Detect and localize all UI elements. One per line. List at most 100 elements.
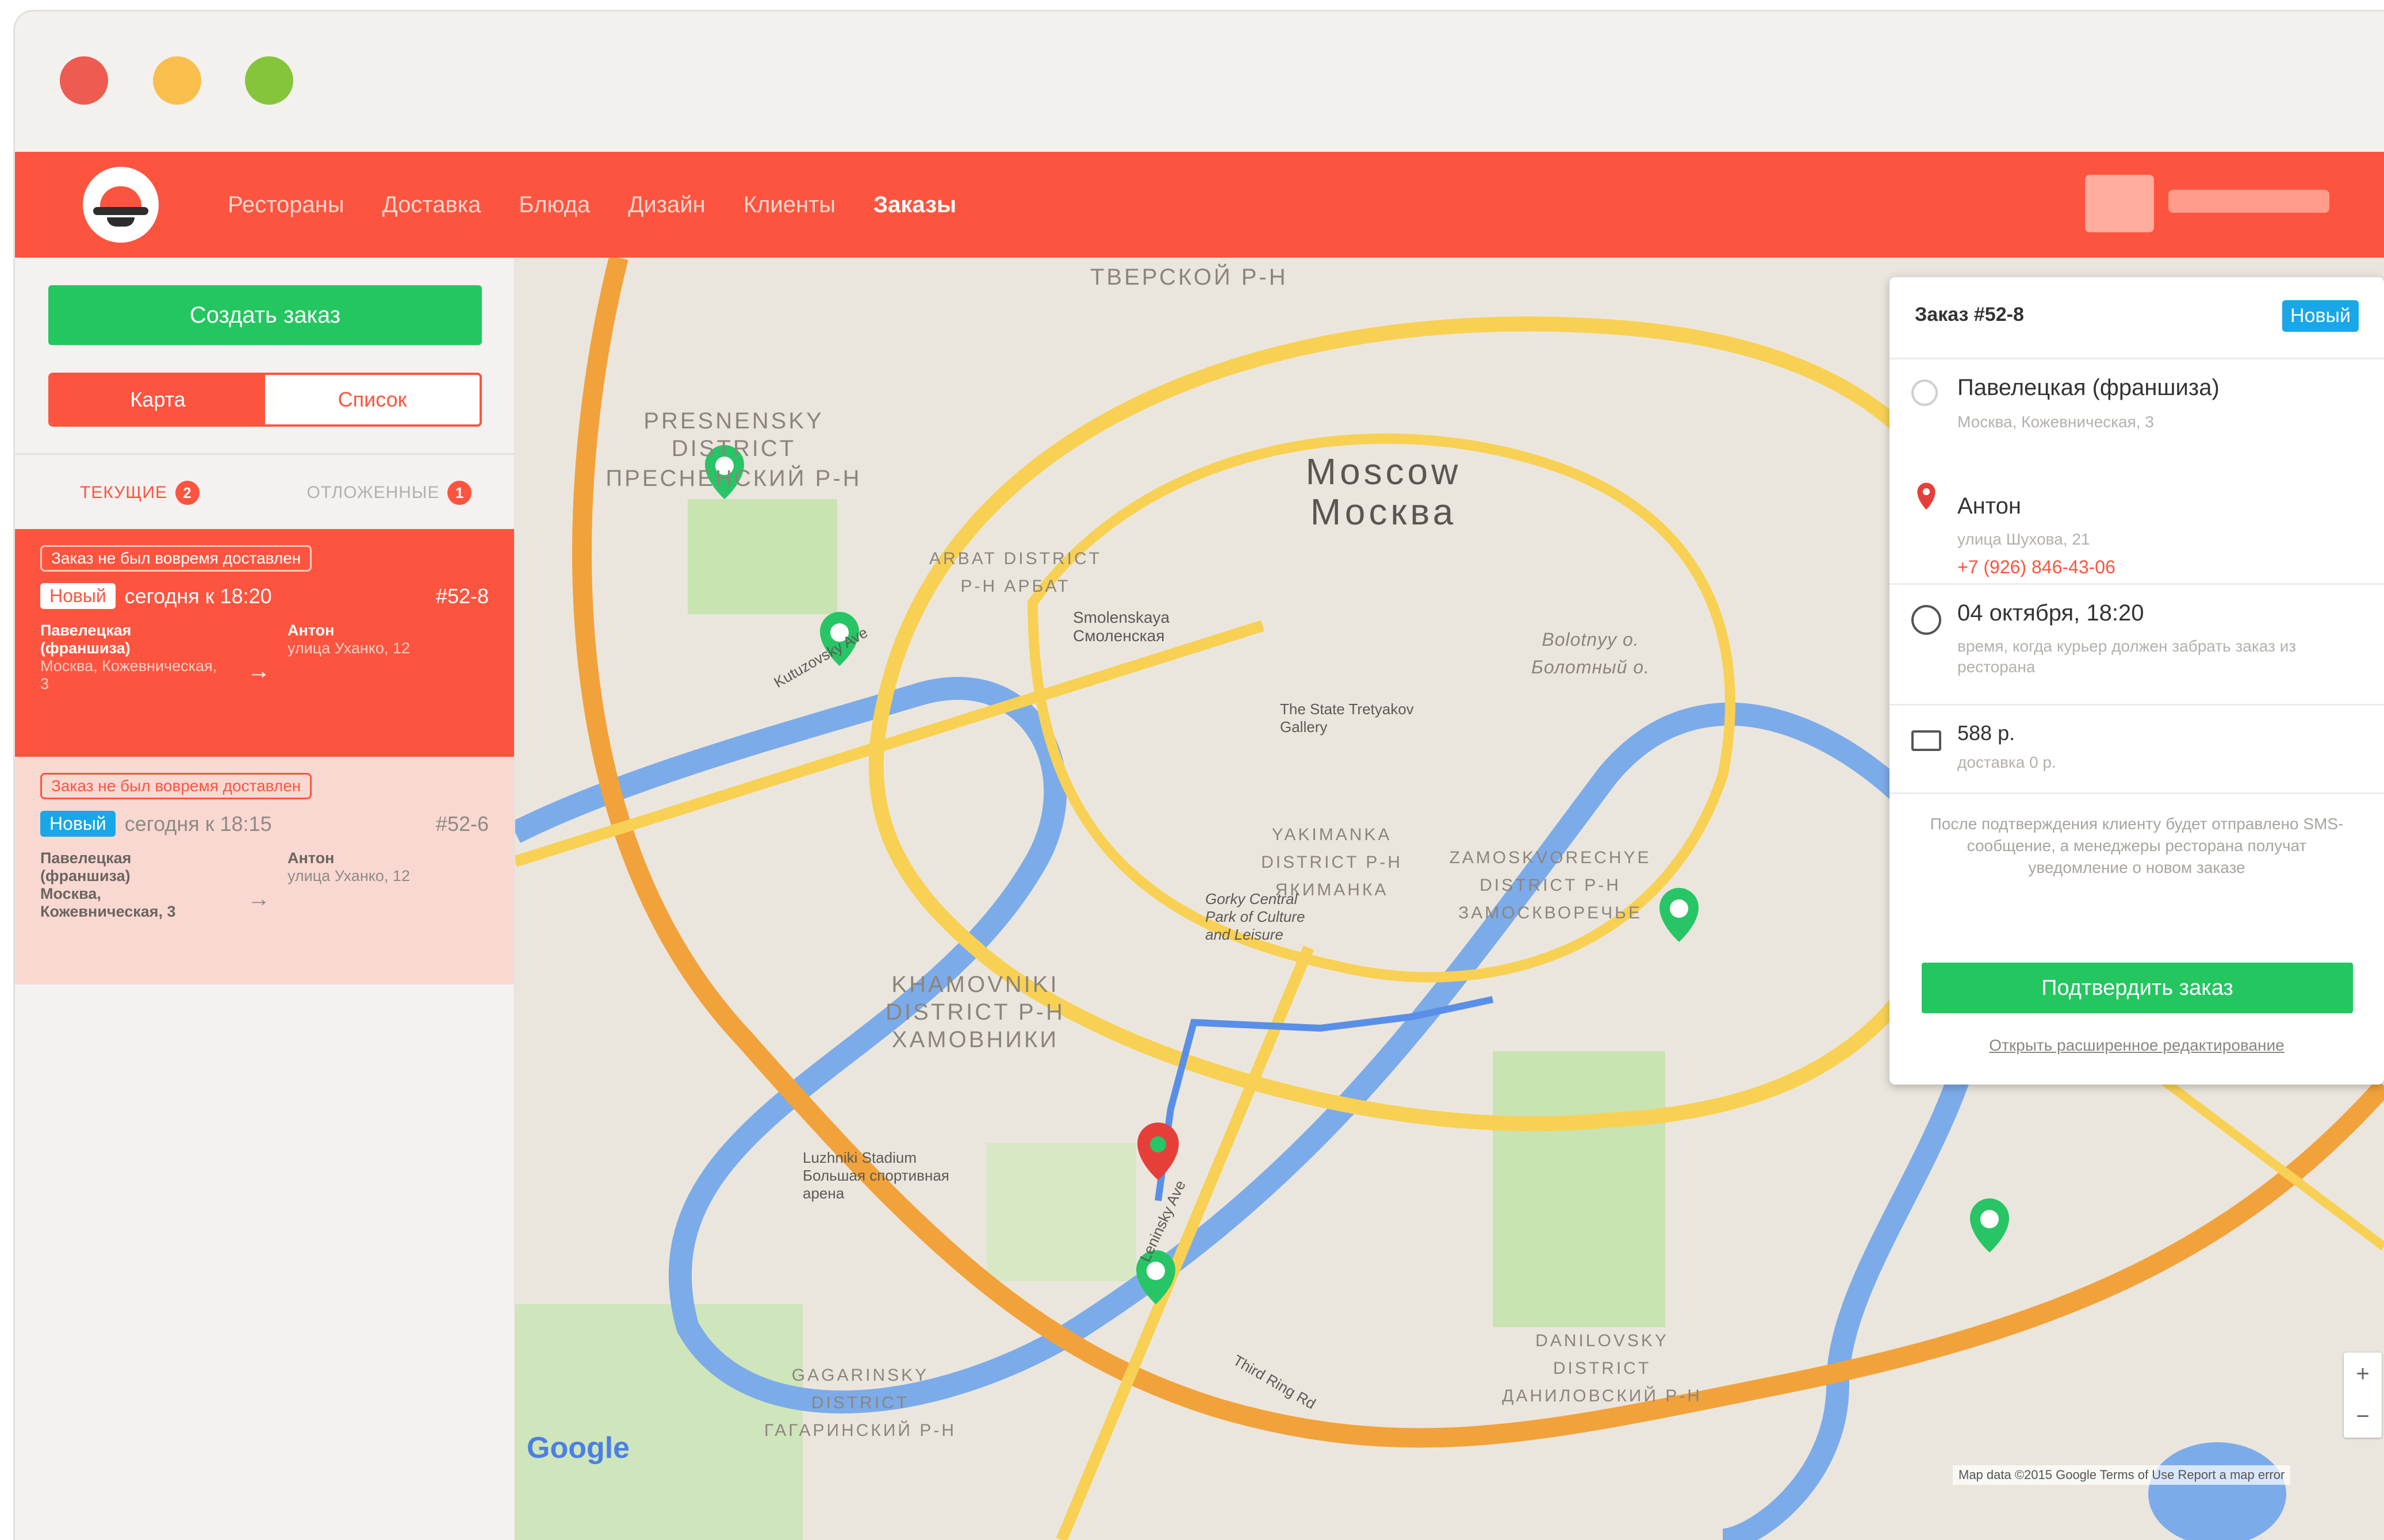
confirmation-note: После подтверждения клиенту будет отправ… [1930, 815, 2344, 876]
order-time: сегодня к 18:15 [124, 811, 272, 836]
park-area [987, 1143, 1136, 1281]
map-label-arbat: ARBAT DISTRICT Р-Н АРБАТ [929, 549, 1102, 596]
arrow-right-icon: → [247, 658, 270, 684]
map-label-khamovniki: KHAMOVNIKI DISTRICT Р-Н ХАМОВНИКИ [886, 972, 1065, 1052]
order-number: #52-8 [435, 584, 489, 608]
recipient-address: улица Уханко, 12 [288, 639, 410, 657]
logo-mustache-shape [107, 217, 135, 227]
origin-circle-icon [1911, 380, 1938, 406]
create-order-button[interactable]: Создать заказ [48, 285, 482, 345]
tab-current-label: ТЕКУЩИЕ [80, 483, 167, 502]
close-window-button[interactable] [60, 56, 108, 105]
minimize-window-button[interactable] [153, 56, 201, 105]
google-logo: Google [527, 1431, 630, 1465]
restaurant-pin-icon[interactable] [1659, 888, 1699, 942]
order-tabs: ТЕКУЩИЕ 2 ОТЛОЖЕННЫЕ 1 [15, 453, 514, 531]
order-origin: Павелецкая (франшиза) Москва, Кожевничес… [40, 622, 224, 693]
map-label-smolenskaya: Smolenskaya Смоленская [1073, 608, 1170, 645]
map-label-moscow-ru: Москва [1310, 491, 1457, 533]
late-warning-badge: Заказ не был вовремя доставлен [40, 773, 312, 799]
maximize-window-button[interactable] [245, 56, 293, 105]
map-label-gorky-park: Gorky Central Park of Culture and Leisur… [1205, 890, 1305, 943]
advanced-edit-link[interactable]: Открыть расширенное редактирование [1889, 1036, 2384, 1055]
recipient-name: Антон [288, 849, 335, 867]
order-card[interactable]: Заказ не был вовремя доставлен Новый сег… [15, 529, 514, 757]
pickup-date-note: время, когда курьер должен забрать заказ… [1957, 637, 2297, 676]
late-warning-badge: Заказ не был вовремя доставлен [40, 545, 312, 572]
order-price: 588 р. [1957, 721, 2015, 745]
order-time: сегодня к 18:20 [124, 584, 272, 608]
price-section: 588 р. доставка 0 р. [1889, 704, 2384, 794]
order-detail-card: Заказ #52-8 Новый Павелецкая (франшиза) … [1889, 277, 2384, 1085]
confirm-order-button[interactable]: Подтвердить заказ [1922, 963, 2353, 1013]
nav-item-delivery[interactable]: Доставка [382, 192, 481, 218]
origin-name: Павелецкая (франшиза) [40, 849, 132, 884]
map-attribution[interactable]: Map data ©2015 Google Terms of Use Repor… [1953, 1465, 2291, 1485]
nav-item-restaurants[interactable]: Рестораны [228, 192, 344, 218]
order-status-badge: Новый [40, 583, 116, 609]
top-navigation: Рестораны Доставка Блюда Дизайн Клиенты … [15, 152, 2384, 258]
user-avatar[interactable] [2085, 175, 2154, 232]
logo-brim-shape [93, 207, 148, 215]
order-status-badge: Новый [2282, 300, 2359, 332]
park-area [1493, 1051, 1665, 1327]
arrow-right-icon: → [247, 886, 270, 911]
clock-icon [1911, 605, 1941, 635]
destination-pin-icon [1917, 482, 1935, 510]
nav-item-dishes[interactable]: Блюда [519, 192, 590, 218]
money-icon [1911, 730, 1941, 751]
map-label-tretyakov: The State Tretyakov Gallery [1280, 700, 1414, 735]
restaurant-pin-icon[interactable] [1970, 1198, 2009, 1252]
map-label-presnensky: PRESNENSKY DISTRICT [643, 408, 824, 461]
origin-name: Павелецкая (франшиза) [1957, 375, 2220, 400]
map-label-danilovsky: DANILOVSKY DISTRICT ДАНИЛОВСКИЙ Р-Н [1502, 1331, 1702, 1405]
user-name-blurred[interactable] [2168, 190, 2329, 213]
origin-address: Москва, Кожевническая, 3 [1957, 413, 2154, 431]
tab-current-count: 2 [175, 481, 200, 505]
zoom-out-button[interactable]: − [2344, 1395, 2382, 1438]
recipient-address: улица Шухова, 21 [1957, 530, 2090, 548]
title-bar [15, 12, 2384, 152]
order-status-badge: Новый [40, 811, 116, 837]
route-section: Павелецкая (франшиза) Москва, Кожевничес… [1889, 358, 2384, 585]
tab-current[interactable]: ТЕКУЩИЕ 2 [15, 455, 265, 531]
nav-item-orders[interactable]: Заказы [873, 192, 956, 218]
logo-hat-shape [100, 186, 141, 209]
map-label-presnensky-ru: ПРЕСНЕНСКИЙ Р-Н [605, 466, 862, 491]
map-label-gagarinsky: GAGARINSKY DISTRICT ГАГАРИНСКИЙ Р-Н [764, 1366, 956, 1440]
nav-item-design[interactable]: Дизайн [628, 192, 705, 218]
nav-menu: Рестораны Доставка Блюда Дизайн Клиенты … [228, 152, 956, 258]
view-toggle: Карта Список [48, 373, 482, 427]
view-map-toggle[interactable]: Карта [51, 375, 265, 424]
nav-item-clients[interactable]: Клиенты [743, 192, 835, 218]
park-area [688, 499, 837, 614]
order-destination: Антон улица Уханко, 12 [288, 849, 495, 885]
order-origin: Павелецкая (франшиза) Москва, Кожевничес… [40, 849, 224, 921]
map-label-bolotnyy: Bolotnyy o. Болотный о. [1531, 629, 1650, 677]
recipient-phone[interactable]: +7 (926) 846-43-06 [1957, 557, 2115, 578]
app-window: Рестораны Доставка Блюда Дизайн Клиенты … [15, 12, 2384, 1540]
origin-address: Москва, Кожевническая, 3 [40, 657, 217, 692]
logo[interactable] [83, 167, 159, 243]
pickup-date: 04 октября, 18:20 [1957, 600, 2144, 626]
order-card[interactable]: Заказ не был вовремя доставлен Новый сег… [15, 757, 514, 984]
tab-deferred-count: 1 [447, 481, 472, 505]
order-detail-header: Заказ #52-8 Новый [1889, 277, 2384, 359]
destination-pin-icon[interactable] [1137, 1123, 1179, 1180]
recipient-name: Антон [288, 622, 335, 639]
tab-deferred[interactable]: ОТЛОЖЕННЫЕ 1 [265, 455, 514, 531]
orders-sidebar: Создать заказ Карта Список ТЕКУЩИЕ 2 ОТЛ… [15, 258, 516, 1540]
tab-deferred-label: ОТЛОЖЕННЫЕ [306, 483, 440, 502]
zoom-in-button[interactable]: + [2344, 1353, 2382, 1395]
view-list-toggle[interactable]: Список [265, 375, 480, 424]
recipient-name: Антон [1957, 493, 2021, 519]
order-detail-title: Заказ #52-8 [1915, 304, 2024, 325]
time-section: 04 октября, 18:20 время, когда курьер до… [1889, 583, 2384, 706]
map-label-luzhniki: Luzhniki Stadium Большая спортивная арен… [803, 1149, 949, 1202]
map-label-tverskoy: ТВЕРСКОЙ Р-Н [1090, 265, 1288, 290]
map-label-zamoskvorechye: ZAMOSKVORECHYE DISTRICT Р-Н ЗАМОСКВОРЕЧЬ… [1449, 848, 1651, 922]
map-zoom-control: + − [2344, 1353, 2382, 1438]
origin-address: Москва, Кожевническая, 3 [40, 885, 176, 920]
origin-name: Павелецкая (франшиза) [40, 622, 132, 657]
order-destination: Антон улица Уханко, 12 [288, 622, 495, 657]
